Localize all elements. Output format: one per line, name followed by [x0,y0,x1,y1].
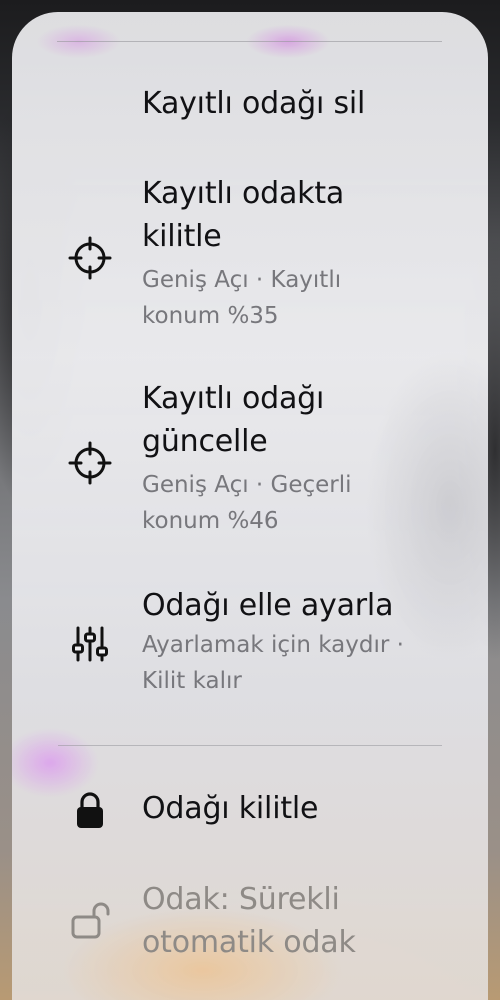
menu-item-subtitle-line1: Ayarlamak için kaydır · [142,632,404,658]
menu-item-lock-saved-focus[interactable]: Kayıtlı odakta kilitle Geniş Açı · Kayıt… [12,172,488,340]
menu-item-continuous-autofocus: Odak: Sürekli otomatik odak [12,878,488,968]
menu-item-subtitle-line2: konum %46 [142,508,279,534]
focus-context-menu: Kayıtlı odağı sil Kayıtlı odakta kilitle… [12,12,488,1000]
menu-item-update-saved-focus[interactable]: Kayıtlı odağı güncelle Geniş Açı · Geçer… [12,377,488,545]
menu-item-title: Kayıtlı odağı sil [142,86,366,121]
menu-item-subtitle-line1: Geniş Açı · Geçerli [142,472,352,498]
menu-item-lock-focus[interactable]: Odağı kilitle [12,787,488,835]
lock-icon [68,789,112,833]
crosshair-icon [68,236,112,280]
menu-item-subtitle-line2: Kilit kalır [142,668,242,694]
menu-item-title: Odağı elle ayarla [142,588,394,623]
top-divider [57,41,442,42]
menu-item-title: Odağı kilitle [142,791,319,826]
menu-item-title-line1: Odak: Sürekli [142,882,340,917]
menu-item-title-line1: Kayıtlı odakta [142,176,345,211]
menu-item-title-line2: güncelle [142,424,268,459]
crosshair-icon [68,441,112,485]
menu-item-subtitle-line1: Geniş Açı · Kayıtlı [142,267,342,293]
menu-item-title-line2: kilitle [142,219,222,254]
sliders-icon [68,622,112,666]
menu-item-delete-saved-focus[interactable]: Kayıtlı odağı sil [12,82,488,130]
menu-item-subtitle-line2: konum %35 [142,303,279,329]
section-divider [58,745,442,746]
menu-item-manual-focus[interactable]: Odağı elle ayarla Ayarlamak için kaydır … [12,584,488,708]
menu-item-title-line1: Kayıtlı odağı [142,381,325,416]
menu-item-title-line2: otomatik odak [142,925,356,960]
unlock-icon [68,898,112,942]
